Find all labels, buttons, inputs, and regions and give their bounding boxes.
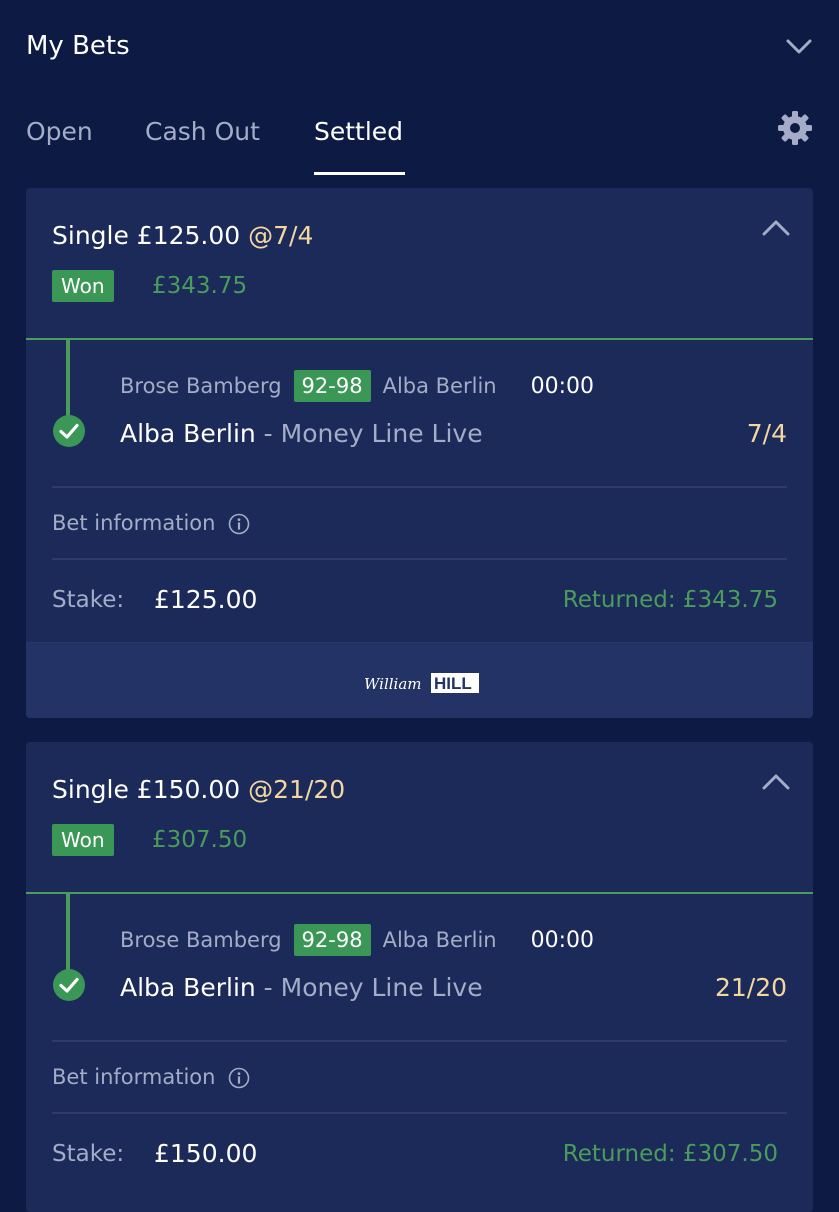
info-circle-icon[interactable] [228, 1067, 250, 1089]
away-team: Alba Berlin [382, 374, 497, 398]
market-name: - Money Line Live [255, 973, 483, 1002]
bet-information-row[interactable]: Bet information [26, 1042, 813, 1112]
page-title: My Bets [26, 31, 130, 61]
selection-line: Alba Berlin - Money Line Live [120, 416, 483, 452]
selection-line: Alba Berlin - Money Line Live [120, 970, 483, 1006]
selection-odds: 21/20 [714, 973, 787, 1002]
home-team: Brose Bamberg [120, 928, 282, 952]
selection-name: Alba Berlin [120, 419, 256, 448]
selection-name: Alba Berlin [120, 973, 256, 1002]
bet-information-label: Bet information [52, 1065, 216, 1089]
score-badge: 92-98 [293, 370, 371, 402]
stake-value: £125.00 [154, 585, 258, 614]
event-line: Brose Bamberg 92-98 Alba Berlin 00:00 [120, 370, 594, 402]
status-badge: Won [52, 824, 114, 856]
check-circle-icon [53, 969, 85, 1001]
chevron-up-icon[interactable] [761, 218, 791, 238]
timeline-line [66, 340, 70, 416]
bet-card-header[interactable]: Single £150.00 @21/20 Won £307.50 [26, 742, 813, 894]
score-badge: 92-98 [293, 924, 371, 956]
bet-title: Single £150.00 @21/20 [52, 772, 345, 808]
away-team: Alba Berlin [382, 928, 497, 952]
match-clock: 00:00 [530, 927, 594, 953]
bet-odds: @21/20 [248, 775, 346, 804]
selection-row: Brose Bamberg 92-98 Alba Berlin 00:00 Al… [26, 340, 813, 486]
tab-bar: Open Cash Out Settled [0, 100, 839, 180]
stake-row: Stake: £150.00 Returned: £307.50 [26, 1114, 813, 1196]
svg-text:HILL: HILL [434, 674, 472, 693]
home-team: Brose Bamberg [120, 374, 282, 398]
chevron-down-icon[interactable] [785, 32, 813, 60]
header: My Bets [0, 0, 839, 90]
returned-amount: Returned: £343.75 [562, 587, 778, 613]
payout-amount: £307.50 [152, 827, 248, 853]
check-circle-icon [53, 415, 85, 447]
chevron-up-icon[interactable] [761, 772, 791, 792]
bet-type-stake: Single £125.00 [52, 221, 241, 250]
status-badge: Won [52, 270, 114, 302]
stake-value: £150.00 [154, 1139, 258, 1168]
event-line: Brose Bamberg 92-98 Alba Berlin 00:00 [120, 924, 594, 956]
stake-label: Stake: [52, 1141, 125, 1167]
tab-cash-out[interactable]: Cash Out [145, 112, 260, 152]
card-footer: William HILL [26, 642, 813, 718]
timeline-line [66, 894, 70, 970]
bet-information-row[interactable]: Bet information [26, 488, 813, 558]
bet-type-stake: Single £150.00 [52, 775, 241, 804]
match-clock: 00:00 [530, 373, 594, 399]
stake-row: Stake: £125.00 Returned: £343.75 [26, 560, 813, 642]
market-name: - Money Line Live [255, 419, 483, 448]
gear-icon[interactable] [777, 110, 813, 146]
active-tab-indicator [314, 172, 405, 175]
bet-information-label: Bet information [52, 511, 216, 535]
tab-settled[interactable]: Settled [314, 112, 403, 152]
stake-label: Stake: [52, 587, 125, 613]
info-circle-icon[interactable] [228, 513, 250, 535]
william-hill-logo: William HILL [361, 671, 481, 695]
selection-row: Brose Bamberg 92-98 Alba Berlin 00:00 Al… [26, 894, 813, 1040]
selection-odds: 7/4 [746, 419, 787, 448]
bet-card: Single £125.00 @7/4 Won £343.75 Brose Ba… [26, 188, 813, 718]
bet-odds: @7/4 [248, 221, 314, 250]
payout-amount: £343.75 [152, 273, 248, 299]
bet-card: Single £150.00 @21/20 Won £307.50 Brose … [26, 742, 813, 1212]
returned-amount: Returned: £307.50 [562, 1141, 778, 1167]
bet-title: Single £125.00 @7/4 [52, 218, 313, 254]
svg-text:William: William [364, 675, 422, 693]
bet-card-header[interactable]: Single £125.00 @7/4 Won £343.75 [26, 188, 813, 340]
tab-open[interactable]: Open [26, 112, 93, 152]
